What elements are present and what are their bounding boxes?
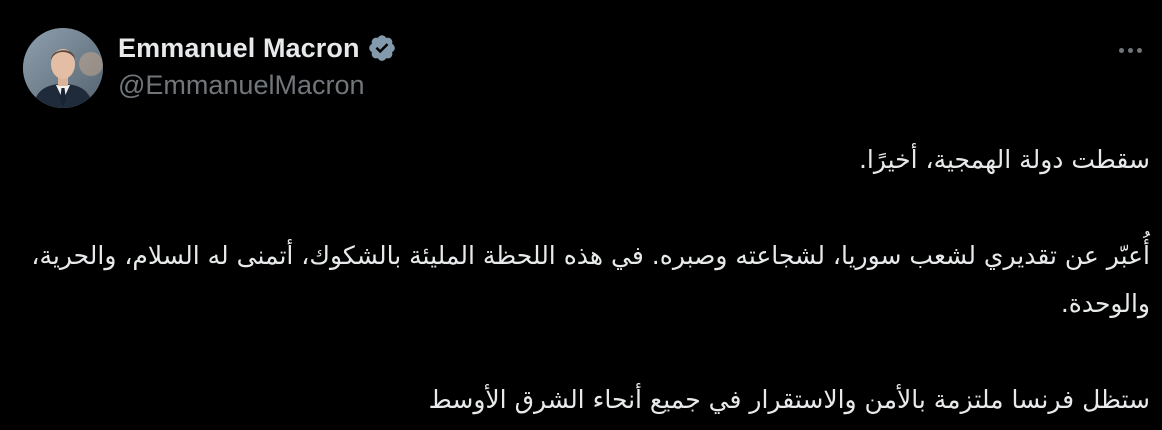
author-handle[interactable]: @EmmanuelMacron — [118, 70, 365, 101]
dot — [1118, 47, 1124, 53]
author-display-name[interactable]: Emmanuel Macron — [118, 33, 360, 64]
more-options-icon[interactable] — [1112, 38, 1148, 62]
dot — [1127, 47, 1133, 53]
tweet-paragraph-3: ستظل فرنسا ملتزمة بالأمن والاستقرار في ج… — [428, 385, 1150, 414]
profile-photo — [23, 28, 103, 108]
tweet-paragraph-1: سقطت دولة الهمجية، أخيرًا. — [858, 145, 1150, 174]
tweet-card: Emmanuel Macron @EmmanuelMacron سقطت دول… — [0, 0, 1162, 430]
dot — [1136, 47, 1142, 53]
avatar[interactable] — [23, 28, 103, 108]
tweet-paragraph-2: أُعبّر عن تقديري لشعب سوريا، لشجاعته وصب… — [31, 241, 1150, 318]
verified-badge-icon[interactable] — [367, 33, 397, 63]
author-name-row: Emmanuel Macron — [118, 30, 397, 66]
tweet-text: سقطت دولة الهمجية، أخيرًا. أُعبّر عن تقد… — [30, 136, 1150, 424]
